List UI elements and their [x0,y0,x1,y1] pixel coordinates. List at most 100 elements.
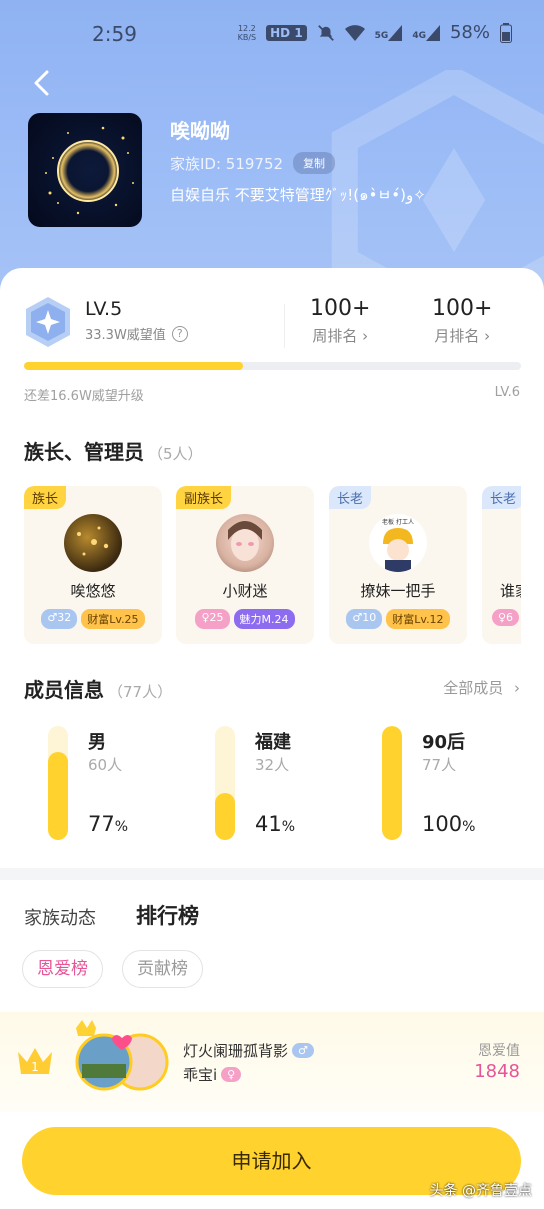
status-bar: 2:59 12.2 KB/S HD 1 5G 4G 58% [0,0,544,70]
help-icon[interactable]: ? [171,325,188,342]
role-badge: 长老 [482,486,521,509]
stat-name: 福建 [255,732,291,753]
family-name: 唉呦呦 [170,119,230,143]
avatar: 老板 打工人 [369,514,427,572]
admin-name: 谁家 [500,582,521,600]
girl-avatar-icon [228,521,262,561]
admins-title: 族长、管理员 （5人） [24,440,203,464]
female-tag: ♀ [221,1067,242,1082]
mute-bell-icon [317,24,334,41]
role-badge: 族长 [24,486,67,509]
status-time: 2:59 [92,22,137,46]
watermark: 头条 @齐鲁壹点 [429,1183,532,1199]
stat-percent: 100% [422,812,476,836]
sparkle-avatar-icon [77,526,109,556]
battery-percent: 58% [449,22,490,43]
chevron-right-icon: › [362,327,369,345]
chevron-right-icon: › [484,327,491,345]
stat-bar-fill [215,793,235,840]
leader-name-row: 灯火阑珊孤背影 ♂ [183,1040,314,1061]
admin-card[interactable]: 副族长 小财迷 ♀25 魅力M.24 [176,486,314,644]
tab-leaderboard[interactable]: 排行榜 [136,900,199,930]
stat-bar [215,726,235,840]
stat-count: 77人 [422,756,457,774]
admin-tags: ♀25 魅力M.24 [176,609,314,629]
level-progress-bar [24,362,521,370]
stat-bar [382,726,402,840]
back-arrow-icon[interactable] [28,68,58,98]
gender-age-tag: ♀6 [492,609,520,626]
wealth-level-tag: 财富Lv.12 [386,609,450,629]
stat-name: 男 [88,732,106,753]
rank-crown-icon: 1 [18,1048,52,1074]
admin-card[interactable]: 长老 老板 打工人 撩妹一把手 ♂10 财富Lv.12 [329,486,467,644]
hd-badge: HD 1 [266,24,307,41]
stat-count: 60人 [88,756,123,774]
level-badge-icon [26,297,70,347]
monthly-rank-label: 月排名 › [434,327,491,345]
wealth-level-tag: 财富Lv.25 [81,609,145,629]
avatar [216,514,274,572]
charm-level-tag: 魅力M.24 [233,609,295,629]
love-value-label: 恩爱值 [478,1043,520,1059]
family-description: 自娱自乐 不要艾特管理ｸﾞｯ!(๑•̀ㅂ•́)و✧ [170,186,426,204]
leader-name: 灯火阑珊孤背影 [183,1042,289,1060]
level-progress-fill [24,362,243,370]
golden-ring-icon [45,126,134,215]
admin-tags: ♂32 财富Lv.25 [24,609,162,629]
admin-tags: ♂10 财富Lv.12 [329,609,467,629]
stat-bar [48,726,68,840]
partner-name: 乖宝i [183,1066,218,1084]
stat-bar-fill [382,726,402,840]
partner-name-row: 乖宝i ♀ [183,1064,242,1085]
svg-text:老板 打工人: 老板 打工人 [382,518,414,526]
level-label: LV.5 [85,298,123,320]
weekly-rank-label: 周排名 › [312,327,369,345]
tab-family-dynamic[interactable]: 家族动态 [24,904,96,930]
stat-percent: 41% [255,812,296,836]
next-level: LV.6 [494,385,520,400]
love-value: 1848 [474,1061,520,1082]
admin-name: 小财迷 [222,582,268,600]
members-count: （77人） [108,683,173,701]
all-members-link[interactable]: 全部成员 › [443,677,520,698]
role-badge: 长老 [329,486,372,509]
couple-avatars [75,1020,169,1091]
prestige-row: 33.3W威望值 ? [85,324,188,343]
divider [284,304,285,348]
contribution-board-button[interactable]: 贡献榜 [122,950,203,988]
monthly-rank[interactable]: 100+ 月排名 › [432,296,492,346]
wifi-icon [344,24,365,41]
network-speed: 12.2 KB/S [237,23,257,42]
gender-age-tag: ♂32 [41,609,78,629]
stat-count: 32人 [255,756,290,774]
avatar [64,514,122,572]
monthly-rank-value: 100+ [432,296,493,321]
admin-card[interactable]: 长老 谁家 ♀6 [482,486,521,644]
role-badge: 副族长 [176,486,232,509]
admin-list: 族长 唉悠悠 ♂32 财富Lv.25 副族长 小财迷 ♀25 魅力M.24 长老… [24,486,521,646]
level-remaining: 还差16.6W威望升级 [24,389,144,404]
signal-4g: 4G [412,24,440,41]
stat-bar-fill [48,752,68,840]
family-avatar [28,113,142,227]
admin-name: 撩妹一把手 [360,582,436,600]
family-id-row: 家族ID: 519752 复制 [170,152,336,174]
rank-position: 1 [31,1060,39,1074]
gender-age-tag: ♀25 [195,609,230,629]
worker-avatar-icon: 老板 打工人 [382,518,414,572]
battery-icon [500,22,512,43]
members-title: 成员信息 （77人） [24,678,173,702]
copy-button[interactable]: 复制 [293,152,336,174]
prestige-value: 33.3W威望值 [85,328,166,343]
family-id: 家族ID: 519752 [170,154,284,173]
admin-name: 唉悠悠 [70,582,116,600]
love-board-button[interactable]: 恩爱榜 [22,950,103,988]
gender-age-tag: ♂10 [346,609,383,629]
signal-5g: 5G [375,24,403,41]
admin-tags: ♀6 [482,609,521,626]
admins-count: （5人） [148,445,203,463]
weekly-rank[interactable]: 100+ 周排名 › [310,296,370,346]
admin-card[interactable]: 族长 唉悠悠 ♂32 财富Lv.25 [24,486,162,644]
signal-5g-icon [388,24,403,41]
